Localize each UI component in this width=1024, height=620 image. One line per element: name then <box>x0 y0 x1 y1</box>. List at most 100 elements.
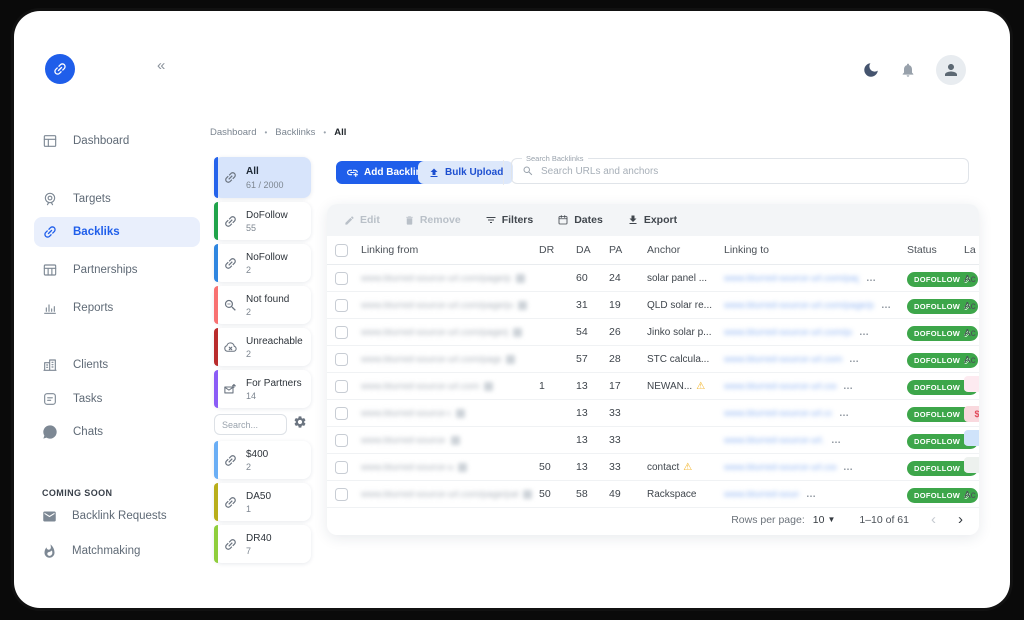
filter-search-input[interactable]: Search... <box>214 414 287 435</box>
table-row: www.blurred-source-url.com/page/path-of-… <box>327 373 979 400</box>
sidebar-item-dashboard[interactable]: Dashboard <box>42 126 200 156</box>
anchor-cell: Jinko solar p... <box>647 327 724 338</box>
prev-page-button[interactable]: ‹ <box>931 511 936 528</box>
more-dots[interactable]: … <box>866 273 877 284</box>
app-logo[interactable] <box>45 54 75 84</box>
more-dots[interactable]: … <box>881 300 892 311</box>
next-page-button[interactable]: › <box>958 511 963 528</box>
linking-to-url-blurred[interactable]: www.blurred-source-url.com/page/path-of-… <box>724 381 836 392</box>
bulk-upload-button[interactable]: Bulk Upload <box>418 161 513 184</box>
pencil-icon <box>344 215 355 226</box>
filter-card-da50[interactable]: DA501 <box>214 483 311 521</box>
sidebar-item-targets[interactable]: Targets <box>42 184 200 214</box>
col-pa[interactable]: PA <box>609 244 647 256</box>
sidebar-item-clients[interactable]: Clients <box>42 350 200 380</box>
row-checkbox[interactable] <box>335 272 348 285</box>
filter-card-nofollow[interactable]: NoFollow2 <box>214 244 311 282</box>
filter-card-color-bar <box>214 483 218 521</box>
sidebar-item-partnerships[interactable]: Partnerships <box>42 255 200 285</box>
label-chip[interactable]: $ <box>964 406 979 422</box>
notifications-bell-icon[interactable] <box>900 62 916 78</box>
linking-to-url-blurred[interactable]: www.blurred-source-url.com/page/path-of-… <box>724 408 832 419</box>
col-anchor[interactable]: Anchor <box>647 244 724 256</box>
linking-to-url-blurred[interactable]: www.blurred-source-url.com/page/path-of-… <box>724 462 836 473</box>
more-dots[interactable]: … <box>806 489 817 500</box>
row-checkbox[interactable] <box>335 380 348 393</box>
linking-from-url-blurred[interactable]: www.blurred-source-url.com/page/path-of-… <box>361 408 451 419</box>
divider <box>503 160 504 185</box>
target-icon <box>42 191 58 207</box>
filter-card-for-partners[interactable]: For Partners14 <box>214 370 311 408</box>
rows-per-page-select[interactable]: 10▼ <box>813 514 836 526</box>
row-checkbox[interactable] <box>335 299 348 312</box>
linking-to-url-blurred[interactable]: www.blurred-source-url.com/page/path-of-… <box>724 354 842 365</box>
more-dots[interactable]: … <box>843 381 854 392</box>
filters-button[interactable]: Filters <box>485 214 534 226</box>
col-da[interactable]: DA <box>576 244 609 256</box>
filter-card-dr40[interactable]: DR407 <box>214 525 311 563</box>
more-dots[interactable]: … <box>859 327 870 338</box>
filter-card-count: 7 <box>246 546 272 556</box>
filter-card-dofollow[interactable]: DoFollow55 <box>214 202 311 240</box>
linking-to-url-blurred[interactable]: www.blurred-source-url.com/page/path-of-… <box>724 489 799 500</box>
linking-from-url-blurred[interactable]: www.blurred-source-url.com/page/path-of-… <box>361 489 518 500</box>
filter-card-unreachable[interactable]: Unreachable2 <box>214 328 311 366</box>
linking-to-url-blurred[interactable]: www.blurred-source-url.com/page/path-of-… <box>724 273 859 284</box>
user-avatar[interactable] <box>936 55 966 85</box>
filter-card-all[interactable]: All61 / 2000 <box>214 157 311 198</box>
sidebar-item-chats[interactable]: Chats <box>42 417 200 447</box>
linking-from-url-blurred[interactable]: www.blurred-source-url.com/page/path-of-… <box>361 273 511 284</box>
sidebar-item-tasks[interactable]: Tasks <box>42 384 200 414</box>
grid-icon <box>42 262 58 278</box>
edit-button[interactable]: Edit <box>344 214 380 226</box>
export-button[interactable]: Export <box>627 214 677 226</box>
search-placeholder: Search URLs and anchors <box>541 166 658 177</box>
row-checkbox[interactable] <box>335 326 348 339</box>
filter-card--400[interactable]: $4002 <box>214 441 311 479</box>
linking-from-url-blurred[interactable]: www.blurred-source-url.com/page/path-of-… <box>361 462 453 473</box>
label-chip[interactable] <box>964 376 979 392</box>
dark-mode-toggle-moon-icon[interactable] <box>862 61 880 79</box>
linking-from-url-blurred[interactable]: www.blurred-source-url.com/page/path-of-… <box>361 435 446 446</box>
col-labels[interactable]: La <box>964 244 979 256</box>
more-dots[interactable]: … <box>843 462 854 473</box>
filter-settings-gear-icon[interactable] <box>293 415 307 429</box>
label-chip[interactable] <box>964 457 979 473</box>
row-checkbox[interactable] <box>335 407 348 420</box>
sidebar-item-reports[interactable]: Reports <box>42 293 200 323</box>
row-checkbox[interactable] <box>335 488 348 501</box>
col-linking-from[interactable]: Linking from <box>361 244 539 256</box>
row-checkbox[interactable] <box>335 353 348 366</box>
remove-button[interactable]: Remove <box>404 214 461 226</box>
breadcrumb-dashboard[interactable]: Dashboard <box>210 127 256 138</box>
zoomout-icon <box>223 298 238 313</box>
dates-button[interactable]: Dates <box>557 214 603 226</box>
col-linking-to[interactable]: Linking to <box>724 244 907 256</box>
row-checkbox[interactable] <box>335 461 348 474</box>
linking-from-url-blurred[interactable]: www.blurred-source-url.com/page/path-of-… <box>361 300 513 311</box>
filter-card-not-found[interactable]: Not found2 <box>214 286 311 324</box>
linking-to-url-blurred[interactable]: www.blurred-source-url.com/page/path-of-… <box>724 435 824 446</box>
col-dr[interactable]: DR <box>539 244 576 256</box>
col-status[interactable]: Status <box>907 244 964 256</box>
linking-from-url-blurred[interactable]: www.blurred-source-url.com/page/path-of-… <box>361 327 508 338</box>
linking-to-url-blurred[interactable]: www.blurred-source-url.com/page/path-of-… <box>724 327 852 338</box>
sidebar-item-backliks[interactable]: Backliks <box>34 217 200 247</box>
sidebar-item-backlink-requests[interactable]: Backlink Requests <box>42 501 200 531</box>
pa-value: 49 <box>609 488 647 500</box>
row-checkbox[interactable] <box>335 434 348 447</box>
sidebar-item-matchmaking[interactable]: Matchmaking <box>42 536 200 566</box>
linking-from-url-blurred[interactable]: www.blurred-source-url.com/page/path-of-… <box>361 354 501 365</box>
pagination: Rows per page: 10▼ 1–10 of 61 ‹ › <box>731 511 963 528</box>
table-row: www.blurred-source-url.com/page/path-of-… <box>327 427 979 454</box>
select-all-checkbox[interactable] <box>335 244 348 257</box>
breadcrumb-backlinks[interactable]: Backlinks <box>275 127 315 138</box>
linking-to-url-blurred[interactable]: www.blurred-source-url.com/page/path-of-… <box>724 300 874 311</box>
sidebar-collapse-button[interactable]: « <box>157 57 165 74</box>
more-dots[interactable]: … <box>849 354 860 365</box>
label-chip[interactable] <box>964 430 979 446</box>
more-dots[interactable]: … <box>839 408 850 419</box>
linking-from-url-blurred[interactable]: www.blurred-source-url.com/page/path-of-… <box>361 381 479 392</box>
more-dots[interactable]: … <box>831 435 842 446</box>
backlinks-search-field[interactable]: Search Backlinks Search URLs and anchors <box>511 158 969 184</box>
